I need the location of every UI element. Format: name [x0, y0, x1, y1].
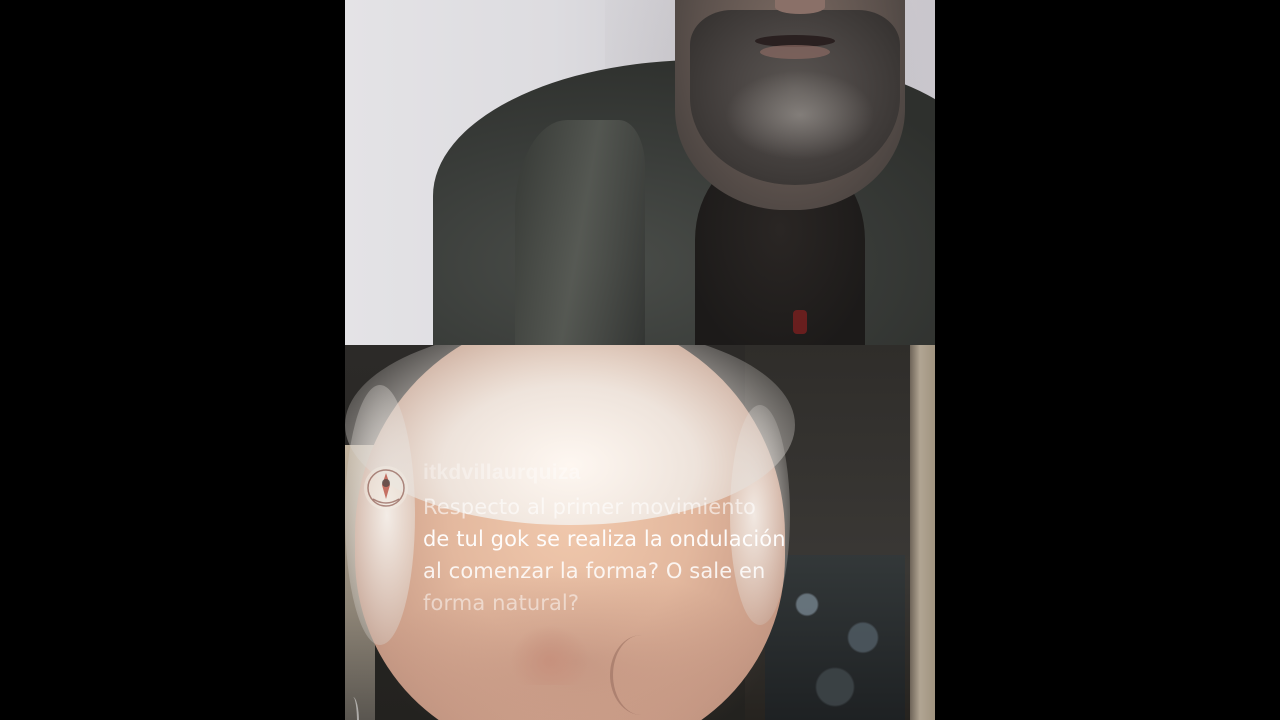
shirt-detail — [793, 310, 807, 334]
comment-text-line: forma natural? — [423, 591, 580, 615]
club-logo-icon — [364, 466, 408, 510]
split-screen-video: itkdvillaurquiza Respecto al primer movi… — [345, 0, 935, 720]
jacket-fold — [515, 120, 645, 345]
cheek-contour — [610, 635, 673, 715]
person-lip — [760, 45, 830, 59]
comment-text-line: de tul gok se realiza la ondulación — [423, 527, 786, 551]
comment-text-line: Respecto al primer movimiento — [423, 495, 756, 519]
commenter-avatar[interactable] — [363, 465, 409, 511]
beard-highlight — [725, 70, 875, 160]
person-nose — [775, 0, 825, 14]
live-stream-view: itkdvillaurquiza Respecto al primer movi… — [0, 0, 1280, 720]
comment-text-line: al comenzar la forma? O sale en — [423, 559, 766, 583]
top-video-feed[interactable] — [345, 0, 935, 345]
person-nose — [510, 625, 590, 685]
comment-username[interactable]: itkdvillaurquiza — [423, 461, 581, 485]
live-comment: itkdvillaurquiza Respecto al primer movi… — [363, 453, 923, 623]
